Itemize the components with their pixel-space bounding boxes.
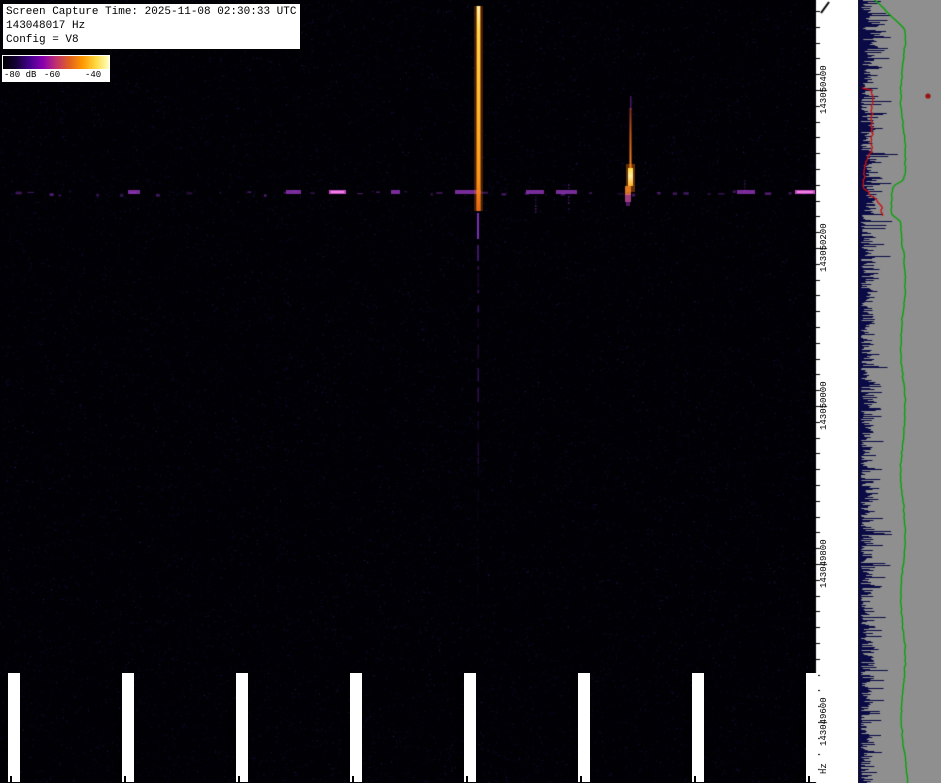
- colorbar-legend: -80 dB -60 -40: [2, 55, 110, 82]
- freq-axis-label: 143049600: [819, 697, 829, 747]
- config-text: Config = V8: [6, 34, 79, 46]
- spectrum-graph-panel: [858, 0, 941, 783]
- capture-time-text: Screen Capture Time: 2025-11-08 02:30:33…: [6, 6, 297, 18]
- freq-axis-label: 143050200: [819, 223, 829, 273]
- spectrum-capture-screen: 143050400 143050200 143050000 143049800 1430…: [0, 0, 941, 783]
- colorbar-labels: -80 dB -60 -40: [3, 69, 109, 81]
- freq-axis-label: 143050000: [819, 381, 829, 431]
- colorbar-gradient: [3, 56, 109, 69]
- waterfall-spectrogram: [0, 0, 815, 783]
- frequency-scale: 143050400 143050200 143050000 143049800 1430…: [815, 0, 858, 783]
- colorbar-min-label: -80 dB: [4, 70, 37, 80]
- colorbar-mid-label: -60: [44, 70, 61, 80]
- frequency-text: 143048017 Hz: [6, 20, 86, 32]
- freq-axis-unit-label: Hz: [819, 763, 829, 774]
- capture-info-box: Screen Capture Time: 2025-11-08 02:30:33…: [2, 3, 302, 50]
- colorbar-max-label: -40: [85, 70, 102, 80]
- freq-axis-label: 143050400: [819, 65, 829, 115]
- freq-axis-label: 143049800: [819, 539, 829, 589]
